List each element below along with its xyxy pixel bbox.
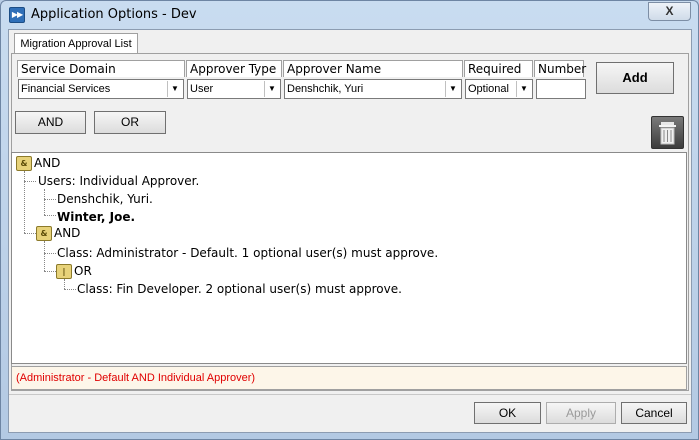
- number-input[interactable]: [536, 79, 586, 99]
- and-button[interactable]: AND: [15, 111, 86, 134]
- add-button[interactable]: Add: [596, 62, 674, 94]
- tab-migration-approval-list[interactable]: Migration Approval List: [14, 33, 138, 54]
- cancel-button[interactable]: Cancel: [621, 402, 687, 424]
- footer-divider: [9, 394, 691, 395]
- apply-button[interactable]: Apply: [546, 402, 616, 424]
- tree-node-users[interactable]: Users: Individual Approver.: [38, 173, 199, 189]
- ok-button[interactable]: OK: [474, 402, 541, 424]
- dialog-client-area: Migration Approval List Service Domain A…: [8, 29, 692, 433]
- approval-tree[interactable]: & AND Users: Individual Approver. Denshc…: [11, 152, 687, 364]
- tree-connector: [44, 271, 56, 272]
- expression-status: (Administrator - Default AND Individual …: [11, 366, 687, 390]
- tree-connector: [44, 215, 56, 216]
- trash-icon[interactable]: [651, 116, 684, 149]
- tree-node-user[interactable]: Denshchik, Yuri.: [57, 191, 153, 207]
- approver-type-select[interactable]: User ▼: [187, 79, 281, 99]
- approver-name-value: Denshchik, Yuri: [287, 83, 364, 95]
- group-icon: &: [16, 156, 32, 171]
- tree-node-class[interactable]: Class: Fin Developer. 2 optional user(s)…: [77, 281, 402, 297]
- header-required: Required: [464, 60, 533, 77]
- service-domain-select[interactable]: Financial Services ▼: [18, 79, 184, 99]
- chevron-down-icon[interactable]: ▼: [516, 81, 531, 97]
- chevron-down-icon[interactable]: ▼: [264, 81, 279, 97]
- window-title: Application Options - Dev: [31, 7, 197, 22]
- tree-connector: [44, 253, 56, 254]
- tree-node-class[interactable]: Class: Administrator - Default. 1 option…: [57, 245, 438, 261]
- approver-type-value: User: [190, 83, 214, 95]
- tree-connector: [64, 279, 65, 289]
- header-approver-name: Approver Name: [283, 60, 463, 77]
- chevron-down-icon[interactable]: ▼: [445, 81, 460, 97]
- tree-connector: [64, 289, 76, 290]
- tree-node-and[interactable]: AND: [54, 225, 80, 241]
- chevron-down-icon[interactable]: ▼: [167, 81, 182, 97]
- tree-connector: [44, 241, 45, 271]
- or-button[interactable]: OR: [94, 111, 166, 134]
- tree-connector: [44, 199, 56, 200]
- close-button[interactable]: X: [648, 2, 691, 21]
- title-bar[interactable]: ▶▶ Application Options - Dev X: [1, 1, 698, 29]
- tree-node-and[interactable]: AND: [34, 155, 60, 171]
- group-icon: |: [56, 264, 72, 279]
- approver-name-select[interactable]: Denshchik, Yuri ▼: [284, 79, 462, 99]
- tree-node-or[interactable]: OR: [74, 263, 92, 279]
- app-icon: ▶▶: [9, 7, 25, 23]
- tree-connector: [24, 181, 36, 182]
- tree-connector: [24, 233, 36, 234]
- tree-connector: [44, 189, 45, 215]
- header-approver-type: Approver Type: [186, 60, 282, 77]
- service-domain-value: Financial Services: [21, 83, 111, 95]
- tree-node-user[interactable]: Winter, Joe.: [57, 209, 135, 225]
- header-service-domain: Service Domain: [17, 60, 185, 77]
- application-options-window: ▶▶ Application Options - Dev X Migration…: [0, 0, 699, 440]
- header-number: Number: [534, 60, 586, 77]
- required-select[interactable]: Optional ▼: [465, 79, 533, 99]
- group-icon: &: [36, 226, 52, 241]
- required-value: Optional: [468, 83, 509, 95]
